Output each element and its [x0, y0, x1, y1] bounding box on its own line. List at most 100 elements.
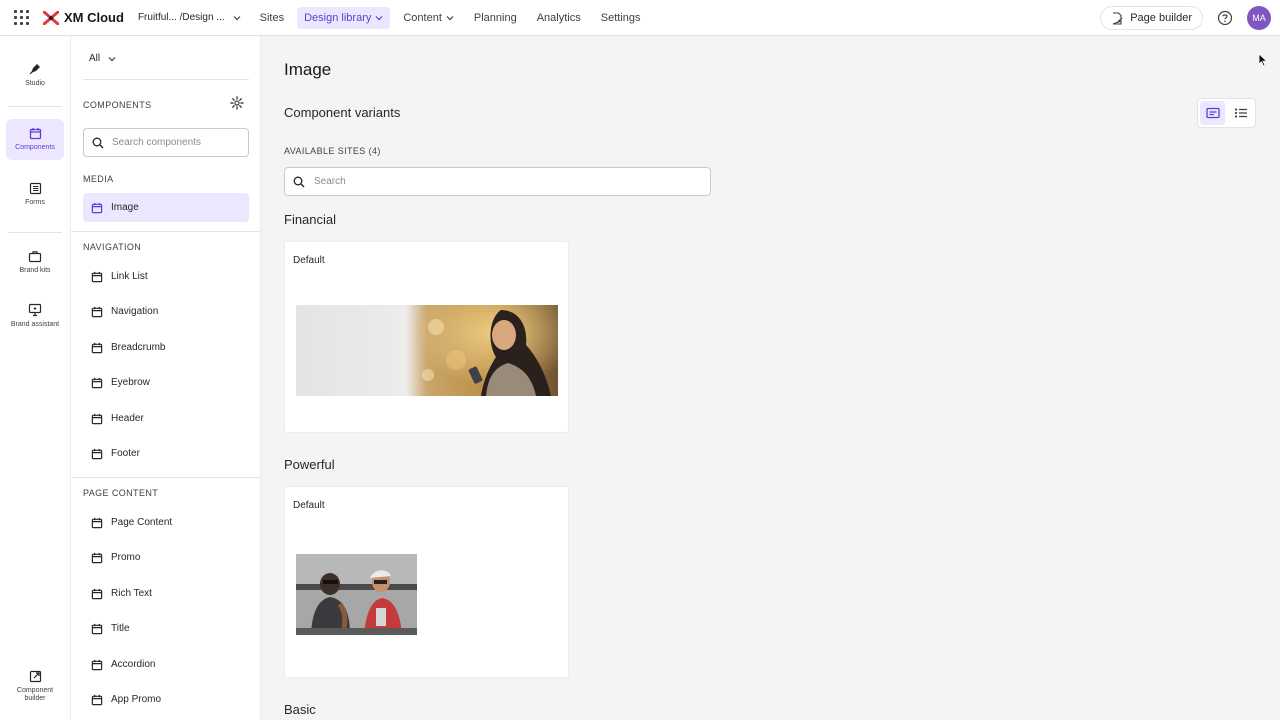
- filter-value: All: [89, 53, 101, 64]
- rail-item-brand-assistant[interactable]: Brand assistant: [6, 294, 64, 338]
- view-toggle: [1197, 98, 1256, 128]
- card-view-icon: [1205, 107, 1220, 119]
- component-item-label: Image: [111, 202, 139, 213]
- variant-card-label: Default: [293, 255, 325, 266]
- component-item-label: Rich Text: [111, 588, 152, 599]
- component-item-link-list[interactable]: Link List: [83, 262, 249, 291]
- nav-design-library[interactable]: Design library: [297, 6, 391, 29]
- site-group-title: Financial: [284, 212, 337, 227]
- nav-content[interactable]: Content: [396, 7, 461, 29]
- rail-item-components[interactable]: Components: [6, 119, 64, 160]
- chevron-down-icon: [446, 15, 454, 20]
- component-item-footer[interactable]: Footer: [83, 439, 249, 468]
- nav-analytics-label: Analytics: [536, 11, 581, 24]
- avatar-initials: MA: [1252, 13, 1266, 23]
- rail-item-component-builder[interactable]: Component builder: [6, 664, 64, 708]
- panel-divider: [71, 477, 260, 478]
- calendar-icon: [91, 202, 103, 213]
- variant-card[interactable]: Default: [284, 486, 569, 678]
- page-title: Image: [284, 60, 332, 79]
- component-item-rich-text[interactable]: Rich Text: [83, 579, 249, 608]
- search-icon: [293, 176, 305, 187]
- rail-item-label: Component builder: [16, 686, 54, 702]
- nav-planning[interactable]: Planning: [467, 7, 524, 29]
- help-icon[interactable]: [1217, 10, 1233, 26]
- card-view-button[interactable]: [1200, 101, 1225, 125]
- calendar-icon: [91, 588, 103, 599]
- components-heading: COMPONENTS: [83, 100, 152, 110]
- component-item-label: Eyebrow: [111, 377, 150, 388]
- component-variants-title: Component variants: [284, 105, 401, 120]
- component-search-input[interactable]: [112, 137, 242, 148]
- user-avatar[interactable]: MA: [1247, 6, 1271, 30]
- component-item-label: Navigation: [111, 306, 159, 317]
- chevron-down-icon: [375, 15, 383, 20]
- rail-item-label: Studio: [25, 80, 45, 87]
- gear-icon[interactable]: [230, 96, 244, 110]
- component-item-page-content[interactable]: Page Content: [83, 508, 249, 537]
- mouse-cursor-icon: [1258, 53, 1268, 67]
- xm-logo-icon: [43, 10, 59, 25]
- section-navigation-label: NAVIGATION: [83, 242, 142, 252]
- nav-content-label: Content: [403, 11, 442, 24]
- app-switcher-grid-icon[interactable]: [11, 8, 31, 28]
- calendar-icon: [91, 623, 103, 634]
- panel-divider: [83, 79, 249, 80]
- site-breadcrumb-picker[interactable]: Fruitful... /Design ...: [138, 12, 241, 23]
- nav-sites[interactable]: Sites: [253, 7, 291, 29]
- chevron-down-icon: [108, 56, 116, 61]
- calendar-icon: [91, 517, 103, 528]
- calendar-icon: [91, 552, 103, 563]
- component-item-header[interactable]: Header: [83, 404, 249, 433]
- calendar-icon: [91, 694, 103, 705]
- component-item-label: Header: [111, 413, 144, 424]
- top-bar: XM Cloud Fruitful... /Design ... Sites D…: [0, 0, 1280, 36]
- panel-divider: [71, 231, 260, 232]
- nav-analytics[interactable]: Analytics: [530, 7, 588, 29]
- variant-card[interactable]: Default: [284, 241, 569, 433]
- briefcase-icon: [28, 250, 42, 262]
- xm-cloud-logo[interactable]: XM Cloud: [43, 10, 124, 25]
- rail-item-label: Brand assistant: [10, 321, 60, 328]
- calendar-icon: [91, 271, 103, 282]
- rail-item-forms[interactable]: Forms: [6, 174, 64, 214]
- calendar-icon: [91, 448, 103, 459]
- rail-item-label: Components: [15, 144, 55, 151]
- rail-divider: [8, 106, 62, 107]
- nav-sites-label: Sites: [259, 11, 285, 24]
- component-item-navigation[interactable]: Navigation: [83, 297, 249, 326]
- site-group-title: Powerful: [284, 457, 335, 472]
- component-item-breadcrumb[interactable]: Breadcrumb: [83, 333, 249, 362]
- available-sites-label: AVAILABLE SITES (4): [284, 146, 381, 156]
- page-builder-button[interactable]: Page builder: [1100, 6, 1203, 30]
- component-item-promo[interactable]: Promo: [83, 543, 249, 572]
- component-item-accordion[interactable]: Accordion: [83, 650, 249, 679]
- list-view-button[interactable]: [1228, 101, 1253, 125]
- component-item-app-promo[interactable]: App Promo: [83, 685, 249, 714]
- calendar-icon: [91, 306, 103, 317]
- section-page-content-label: PAGE CONTENT: [83, 488, 159, 498]
- component-item-eyebrow[interactable]: Eyebrow: [83, 368, 249, 397]
- components-panel: All COMPONENTS MEDIA Image NAVIGATION Li…: [71, 36, 261, 720]
- nav-settings-label: Settings: [600, 11, 641, 24]
- site-search-input[interactable]: [314, 176, 694, 187]
- component-item-title[interactable]: Title: [83, 614, 249, 643]
- nav-planning-label: Planning: [473, 11, 517, 24]
- site-breadcrumb-label: Fruitful... /Design ...: [137, 12, 225, 23]
- rail-item-brand-kits[interactable]: Brand kits: [6, 242, 64, 282]
- list-view-icon: [1234, 108, 1247, 118]
- component-item-label: App Promo: [111, 694, 162, 705]
- rail-item-studio[interactable]: Studio: [6, 54, 64, 96]
- component-item-label: Title: [111, 623, 130, 634]
- pen-nib-icon: [29, 64, 40, 75]
- component-item-label: Page Content: [111, 517, 173, 528]
- section-media-label: MEDIA: [83, 174, 114, 184]
- calendar-icon: [29, 128, 41, 140]
- nav-settings[interactable]: Settings: [594, 7, 648, 29]
- component-item-image[interactable]: Image: [83, 193, 249, 222]
- chevron-down-icon: [233, 15, 241, 20]
- nav-design-library-label: Design library: [304, 11, 372, 24]
- filter-dropdown[interactable]: All: [89, 53, 116, 64]
- site-search-field: [284, 167, 711, 196]
- component-item-label: Link List: [111, 271, 148, 282]
